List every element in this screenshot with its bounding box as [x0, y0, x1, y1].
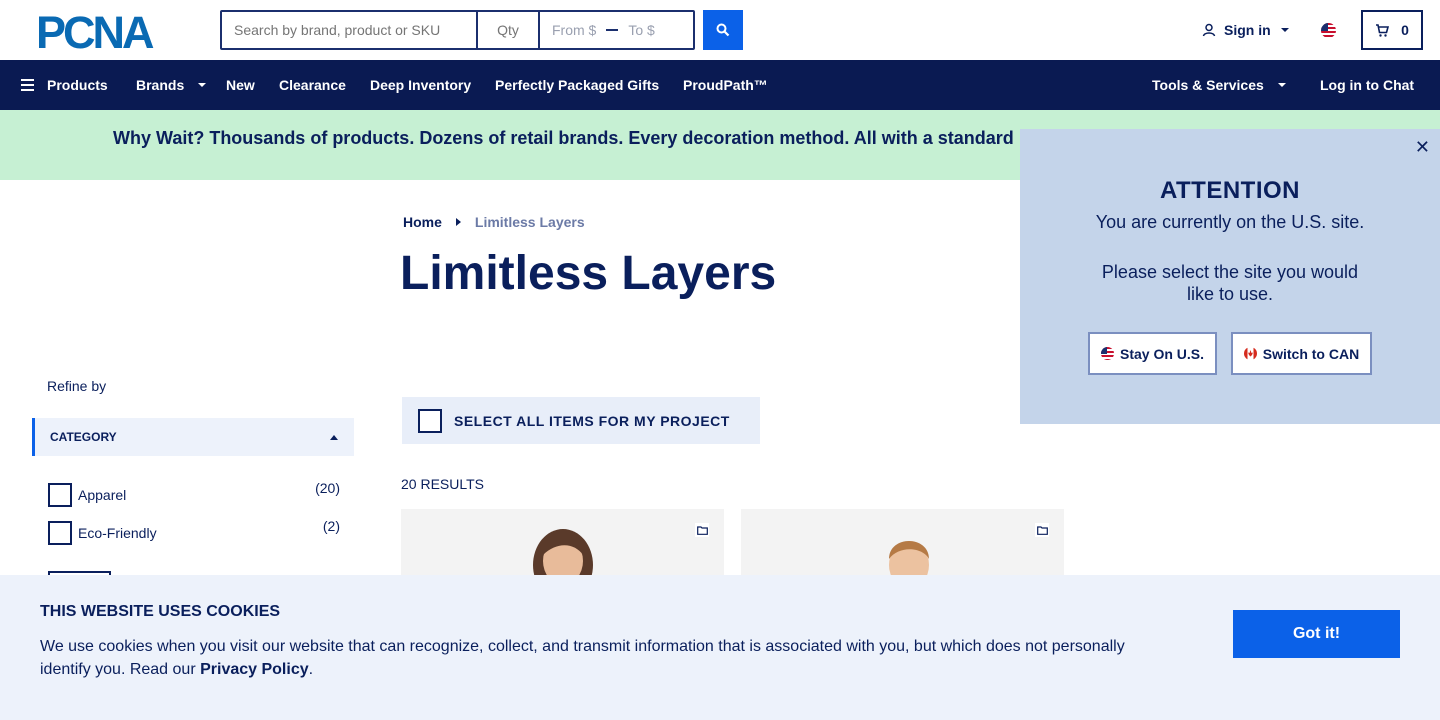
chevron-down-icon — [198, 83, 207, 87]
switch-can-label: Switch to CAN — [1262, 345, 1360, 362]
folder-icon[interactable] — [695, 523, 709, 537]
filter-label: Eco-Friendly — [78, 525, 157, 541]
stay-us-button[interactable]: Stay On U.S. — [1088, 332, 1217, 375]
price-from[interactable]: From $ — [552, 22, 596, 38]
breadcrumb-current: Limitless Layers — [474, 214, 585, 230]
cookie-banner: THIS WEBSITE USES COOKIES We use cookies… — [0, 575, 1440, 720]
user-icon — [1202, 23, 1216, 37]
chevron-up-icon — [330, 435, 338, 440]
filter-label: Apparel — [78, 487, 127, 503]
promo-text: Why Wait? Thousands of products. Dozens … — [113, 128, 1014, 148]
results-count: 20 RESULTS — [401, 476, 484, 492]
close-icon[interactable]: ✕ — [1415, 137, 1430, 158]
breadcrumb: Home Limitless Layers — [403, 214, 585, 230]
nav-clearance[interactable]: Clearance — [279, 60, 346, 110]
chevron-down-icon — [1280, 28, 1289, 32]
switch-can-button[interactable]: Switch to CAN — [1231, 332, 1372, 375]
stay-us-label: Stay On U.S. — [1119, 345, 1205, 362]
chevron-right-icon — [455, 218, 461, 226]
cookie-period: . — [308, 661, 314, 678]
select-all-checkbox[interactable] — [418, 408, 442, 433]
sign-in-label: Sign in — [1224, 22, 1271, 38]
nav-tools-services[interactable]: Tools & Services — [1152, 60, 1286, 110]
popup-prompt: Please select the site you would like to… — [1101, 262, 1359, 304]
accept-cookies-button[interactable]: Got it! — [1233, 610, 1400, 658]
privacy-policy-link[interactable]: Privacy Policy — [200, 661, 309, 678]
filter-checkbox[interactable] — [48, 483, 72, 507]
price-dash — [606, 29, 619, 31]
nav-brands-label: Brands — [136, 77, 185, 93]
pcna-logo[interactable]: PCNA — [36, 11, 186, 51]
breadcrumb-home[interactable]: Home — [403, 214, 442, 230]
nav-products-label: Products — [47, 77, 108, 93]
nav-brands[interactable]: Brands — [136, 60, 207, 110]
us-flag-icon[interactable] — [1321, 23, 1336, 38]
nav-products[interactable]: Products — [21, 60, 108, 110]
nav-chat-login[interactable]: Log in to Chat — [1320, 60, 1414, 110]
filter-count: (2) — [322, 518, 340, 534]
search-icon — [716, 23, 730, 37]
product-image — [889, 541, 929, 581]
search-bar: From $ To $ — [220, 10, 695, 50]
cookie-title: THIS WEBSITE USES COOKIES — [40, 603, 281, 620]
filter-checkbox[interactable] — [48, 521, 72, 545]
category-label: CATEGORY — [50, 430, 117, 444]
chevron-down-icon — [1277, 83, 1286, 87]
nav-deep-inventory[interactable]: Deep Inventory — [370, 60, 471, 110]
cart-icon — [1376, 23, 1390, 37]
nav-new[interactable]: New — [226, 60, 255, 110]
nav-tools-label: Tools & Services — [1152, 77, 1264, 93]
refine-by-label: Refine by — [47, 378, 107, 394]
price-to[interactable]: To $ — [628, 22, 654, 38]
cart-button[interactable]: 0 — [1361, 10, 1423, 50]
qty-input[interactable] — [478, 12, 540, 48]
folder-icon[interactable] — [1035, 523, 1049, 537]
page-title: Limitless Layers — [400, 247, 777, 300]
site-select-popup: ✕ ATTENTION You are currently on the U.S… — [1020, 129, 1440, 424]
canada-flag-icon — [1243, 347, 1257, 360]
filter-count: (20) — [315, 480, 340, 496]
popup-message: You are currently on the U.S. site. — [1095, 212, 1365, 232]
cart-count: 0 — [1401, 22, 1409, 38]
filter-apparel[interactable]: Apparel (20) — [48, 480, 340, 507]
filter-eco-friendly[interactable]: Eco-Friendly (2) — [48, 518, 340, 545]
price-range[interactable]: From $ To $ — [540, 12, 693, 48]
category-filter-toggle[interactable]: CATEGORY — [32, 418, 354, 456]
hamburger-icon — [21, 79, 34, 91]
select-all-items[interactable]: SELECT ALL ITEMS FOR MY PROJECT — [402, 397, 760, 444]
sign-in-menu[interactable]: Sign in — [1202, 22, 1289, 38]
site-header: PCNA From $ To $ Sign in 0 — [0, 0, 1440, 60]
cookie-text: We use cookies when you visit our websit… — [40, 635, 1150, 681]
main-nav: Products Brands New Clearance Deep Inven… — [0, 60, 1440, 110]
search-button[interactable] — [703, 10, 743, 50]
search-input[interactable] — [222, 12, 478, 48]
select-all-label: SELECT ALL ITEMS FOR MY PROJECT — [454, 412, 730, 429]
nav-proudpath[interactable]: ProudPath™ — [683, 60, 768, 110]
us-flag-icon — [1100, 347, 1114, 360]
nav-gifts[interactable]: Perfectly Packaged Gifts — [495, 60, 659, 110]
svg-text:PCNA: PCNA — [36, 11, 154, 51]
popup-title: ATTENTION — [1159, 177, 1301, 204]
